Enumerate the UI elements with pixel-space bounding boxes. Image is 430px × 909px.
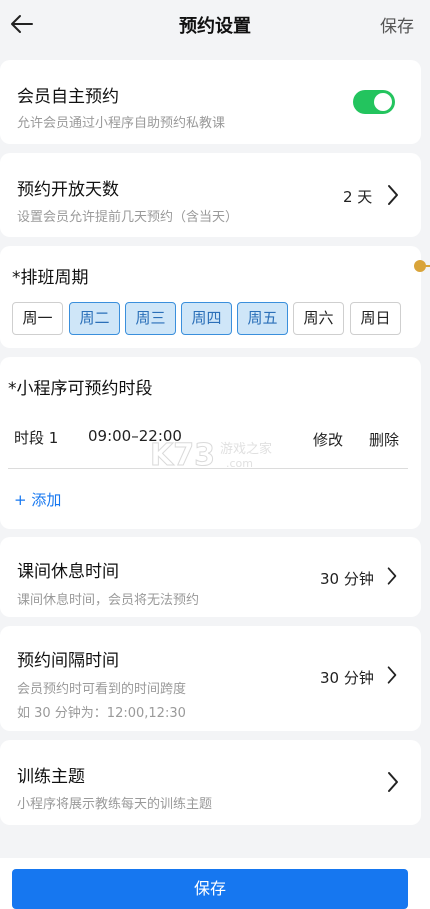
svg-text:K73: K73 <box>150 438 215 473</box>
floating-indicator-line <box>424 265 430 267</box>
self-booking-subtitle: 允许会员通过小程序自助预约私教课 <box>17 116 226 131</box>
open-days-subtitle: 设置会员允许提前几天预约（含当天） <box>17 210 239 225</box>
toggle-knob <box>374 93 392 111</box>
chevron-right-icon <box>388 772 398 792</box>
save-button[interactable]: 保存 <box>12 869 408 909</box>
day-saturday[interactable]: 周六 <box>293 302 344 335</box>
slot-delete-button[interactable]: 删除 <box>369 429 399 450</box>
svg-text:.com: .com <box>226 457 253 470</box>
day-wednesday[interactable]: 周三 <box>125 302 176 335</box>
break-time-subtitle: 课间休息时间，会员将无法预约 <box>17 593 200 608</box>
slot-edit-button[interactable]: 修改 <box>313 429 343 450</box>
break-time-value: 30 分钟 <box>320 570 374 588</box>
interval-example: 如 30 分钟为：12:00,12:30 <box>17 706 186 721</box>
chevron-right-icon <box>387 567 397 585</box>
time-slots-title: *小程序可预约时段 <box>8 379 153 399</box>
open-days-value: 2 天 <box>343 188 373 206</box>
interval-subtitle: 会员预约时可看到的时间跨度 <box>17 682 187 697</box>
chevron-right-icon <box>387 666 397 684</box>
schedule-title: *排班周期 <box>12 268 89 288</box>
svg-text:游戏之家: 游戏之家 <box>220 441 272 457</box>
day-thursday[interactable]: 周四 <box>181 302 232 335</box>
day-tuesday[interactable]: 周二 <box>69 302 120 335</box>
break-time-title: 课间休息时间 <box>17 562 119 582</box>
page-title: 预约设置 <box>179 16 251 37</box>
interval-title: 预约间隔时间 <box>17 651 119 671</box>
chevron-right-icon <box>388 185 398 205</box>
slot-name: 时段 1 <box>14 429 59 447</box>
self-booking-title: 会员自主预约 <box>17 87 119 107</box>
day-friday[interactable]: 周五 <box>237 302 288 335</box>
top-bar: 预约设置 保存 <box>0 0 430 48</box>
theme-title: 训练主题 <box>17 767 85 787</box>
day-sunday[interactable]: 周日 <box>350 302 401 335</box>
day-monday[interactable]: 周一 <box>12 302 63 335</box>
interval-value: 30 分钟 <box>320 669 374 687</box>
open-days-title: 预约开放天数 <box>17 180 119 200</box>
watermark-logo: K73 游戏之家 .com <box>150 438 272 474</box>
theme-subtitle: 小程序将展示教练每天的训练主题 <box>17 797 213 812</box>
add-slot-link[interactable]: + 添加 <box>14 489 61 510</box>
header-save-button[interactable]: 保存 <box>380 12 414 37</box>
self-booking-toggle[interactable] <box>353 90 395 114</box>
